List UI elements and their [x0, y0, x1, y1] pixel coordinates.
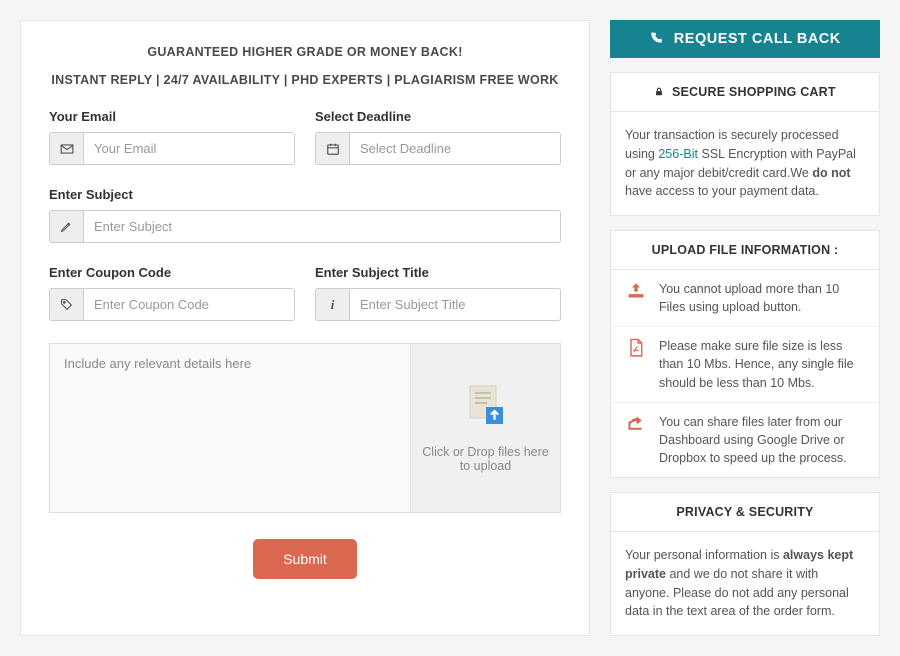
lock-icon [654, 85, 668, 99]
pencil-icon [50, 211, 84, 242]
subject-title-label: Enter Subject Title [315, 265, 561, 280]
file-upload-zone[interactable]: Click or Drop files here to upload [410, 344, 560, 512]
secure-shopping-card: SECURE SHOPPING CART Your transaction is… [610, 72, 880, 216]
callback-label: REQUEST CALL BACK [674, 31, 841, 47]
phone-icon [649, 31, 668, 47]
request-callback-button[interactable]: REQUEST CALL BACK [610, 20, 880, 58]
email-input[interactable] [84, 133, 294, 164]
calendar-icon [316, 133, 350, 164]
secure-shopping-title: SECURE SHOPPING CART [611, 73, 879, 112]
privacy-title: PRIVACY & SECURITY [611, 493, 879, 532]
subject-label: Enter Subject [49, 187, 561, 202]
subheadline: INSTANT REPLY | 24/7 AVAILABILITY | PHD … [49, 73, 561, 87]
tag-icon [50, 289, 84, 320]
coupon-input[interactable] [84, 289, 294, 320]
coupon-label: Enter Coupon Code [49, 265, 295, 280]
file-upload-icon [467, 384, 505, 429]
privacy-text: Your personal information is always kept… [611, 532, 879, 635]
info-icon: i [316, 289, 350, 320]
list-item: Please make sure file size is less than … [611, 327, 879, 402]
privacy-card: PRIVACY & SECURITY Your personal informa… [610, 492, 880, 636]
file-pdf-icon [625, 337, 647, 391]
email-label: Your Email [49, 109, 295, 124]
secure-shopping-text: Your transaction is securely processed u… [611, 112, 879, 215]
list-item: You cannot upload more than 10 Files usi… [611, 270, 879, 327]
subject-input[interactable] [84, 211, 560, 242]
upload-info-title: UPLOAD FILE INFORMATION : [611, 231, 879, 270]
upload-icon [625, 280, 647, 316]
deadline-label: Select Deadline [315, 109, 561, 124]
headline: GUARANTEED HIGHER GRADE OR MONEY BACK! [49, 45, 561, 59]
upload-info-card: UPLOAD FILE INFORMATION : You cannot upl… [610, 230, 880, 478]
details-textarea[interactable] [50, 344, 410, 512]
subject-title-input[interactable] [350, 289, 560, 320]
list-item: You can share files later from our Dashb… [611, 403, 879, 477]
submit-button[interactable]: Submit [253, 539, 357, 579]
order-form-panel: GUARANTEED HIGHER GRADE OR MONEY BACK! I… [20, 20, 590, 636]
envelope-icon [50, 133, 84, 164]
upload-zone-text: Click or Drop files here to upload [411, 445, 560, 473]
share-icon [625, 413, 647, 467]
deadline-input[interactable] [350, 133, 560, 164]
